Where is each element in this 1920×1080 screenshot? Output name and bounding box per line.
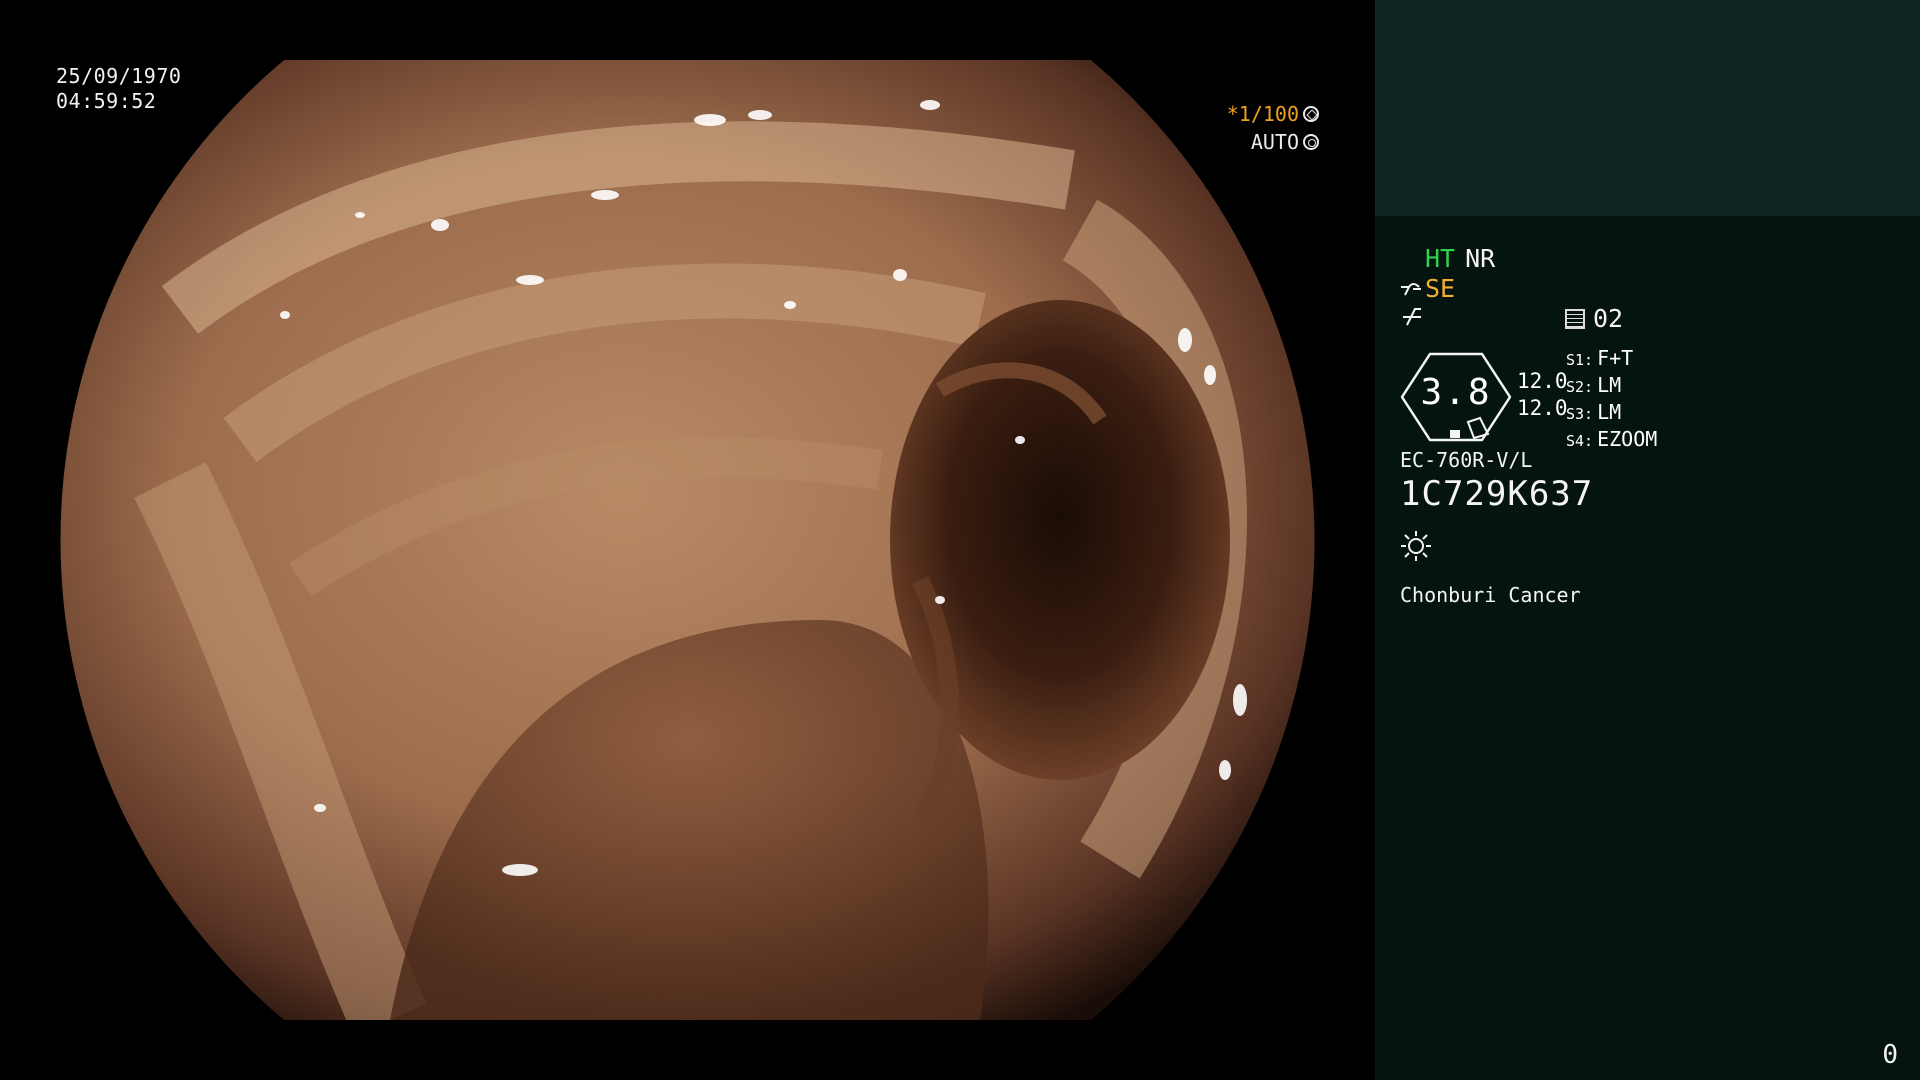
scope-numbers: 12.0 12.0 xyxy=(1517,368,1568,422)
scope-number-2: 12.0 xyxy=(1517,396,1568,420)
structure-row xyxy=(1401,304,1423,333)
processing-flags: HT NR xyxy=(1425,244,1495,273)
scope-model: EC-760R-V/L xyxy=(1400,448,1533,472)
iris-mode: AUTO xyxy=(1250,130,1299,154)
switch-value: EZOOM xyxy=(1597,427,1658,451)
enhance-row: SE xyxy=(1399,274,1455,303)
preset-row: 02 xyxy=(1565,304,1623,333)
image-date: 25/09/1970 xyxy=(56,64,182,88)
nr-flag: NR xyxy=(1465,244,1496,273)
preset-value: 02 xyxy=(1593,304,1624,333)
se-flag: SE xyxy=(1425,274,1456,303)
scope-badge: 3.8 xyxy=(1400,352,1512,442)
switch-key: S1: xyxy=(1566,351,1594,369)
switch-key: S4: xyxy=(1566,432,1594,450)
shutter-icon xyxy=(1303,106,1319,122)
hospital-name: Chonburi Cancer xyxy=(1400,583,1581,607)
image-time: 04:59:52 xyxy=(56,89,157,113)
switch-item: S4: EZOOM xyxy=(1566,427,1657,454)
switch-item: S2: LM xyxy=(1566,373,1657,400)
iris-icon xyxy=(1303,134,1319,150)
switch-value: F+T xyxy=(1597,346,1634,370)
image-datetime: 25/09/1970 04:59:52 xyxy=(56,64,181,114)
info-panel: HT NR SE 02 3.8 12.0 12.0 S1: F+T S2: LM… xyxy=(1375,0,1920,1080)
preset-icon xyxy=(1565,308,1585,329)
endoscope-image xyxy=(60,60,1315,1020)
switch-item: S1: F+T xyxy=(1566,346,1657,373)
enhance-icon xyxy=(1401,282,1421,295)
scope-value: 3.8 xyxy=(1420,372,1492,413)
shutter-speed: *1/100 xyxy=(1226,102,1299,126)
info-panel-header xyxy=(1375,0,1920,216)
scope-serial: 1C729K637 xyxy=(1400,474,1594,514)
ht-flag: HT xyxy=(1425,244,1456,273)
switch-item: S3: LM xyxy=(1566,400,1657,427)
switch-list: S1: F+T S2: LM S3: LM S4: EZOOM xyxy=(1566,346,1657,454)
light-source-icon xyxy=(1401,531,1431,561)
frame-counter: 0 xyxy=(1882,1040,1898,1070)
switch-value: LM xyxy=(1597,400,1622,424)
scope-number-1: 12.0 xyxy=(1517,369,1568,393)
switch-key: S3: xyxy=(1566,405,1594,423)
switch-key: S2: xyxy=(1566,378,1594,396)
colon-lumen-image xyxy=(60,60,1315,1020)
endoscopy-monitor: 25/09/1970 04:59:52 *1/100 AUTO HT NR SE xyxy=(0,0,1920,1080)
switch-value: LM xyxy=(1597,373,1622,397)
structure-icon xyxy=(1403,308,1421,326)
exposure-status: *1/100 AUTO xyxy=(1227,100,1319,156)
